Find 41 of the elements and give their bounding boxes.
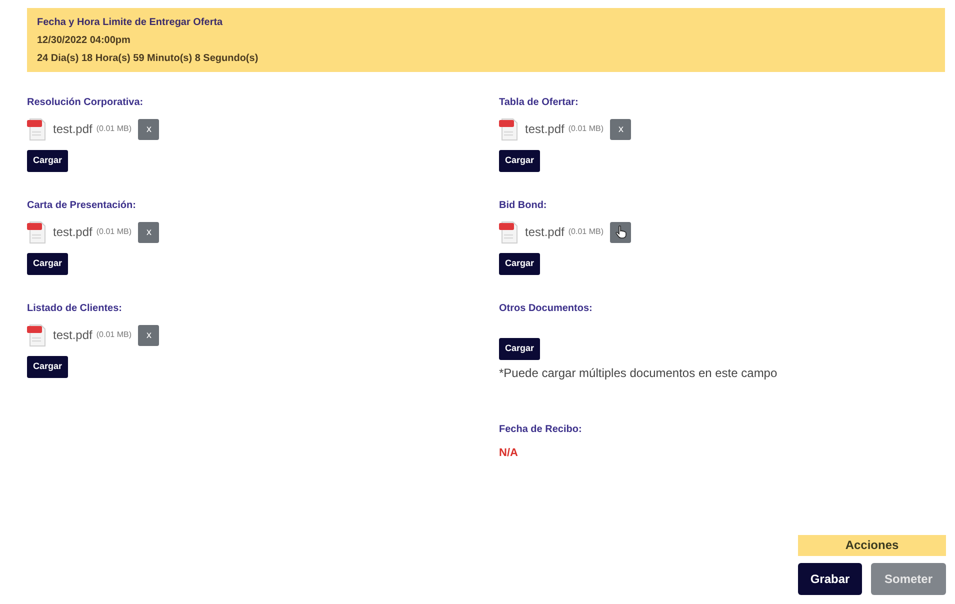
field-label: Listado de Clientes:: [27, 302, 122, 315]
file-size: (0.01 MB): [568, 123, 604, 135]
pdf-file-icon: [499, 220, 519, 244]
deadline-date: 12/30/2022 04:00pm: [37, 34, 130, 48]
deadline-title: Fecha y Hora Limite de Entregar Oferta: [37, 16, 223, 30]
upload-button[interactable]: Cargar: [27, 150, 68, 172]
field-label: Fecha de Recibo:: [499, 423, 582, 437]
file-name[interactable]: test.pdf: [53, 120, 92, 138]
upload-button[interactable]: Cargar: [499, 150, 540, 172]
action-button[interactable]: Grabar: [798, 563, 862, 595]
actions-header: Acciones: [798, 535, 946, 556]
field-label: Tabla de Ofertar:: [499, 96, 578, 109]
field-label: Carta de Presentación:: [27, 199, 136, 212]
file-size: (0.01 MB): [96, 226, 132, 238]
remove-button[interactable]: x: [138, 118, 160, 140]
field-label: Bid Bond:: [499, 199, 547, 212]
pdf-file-icon: [499, 117, 519, 141]
receipt-date: N/A: [499, 446, 518, 461]
file-size: (0.01 MB): [96, 329, 132, 341]
file-name[interactable]: test.pdf: [525, 120, 564, 138]
remove-button[interactable]: x: [610, 118, 632, 140]
field-label: Resolución Corporativa:: [27, 96, 144, 109]
upload-button[interactable]: Cargar: [499, 253, 540, 275]
file-size: (0.01 MB): [96, 123, 132, 135]
upload-button[interactable]: Cargar: [499, 338, 540, 360]
countdown-text: 24 Dia(s) 18 Hora(s) 59 Minuto(s) 8 Segundo(s): [37, 52, 258, 66]
remove-button[interactable]: [610, 222, 632, 242]
remove-button[interactable]: x: [138, 222, 160, 242]
pdf-file-icon: [27, 323, 47, 347]
file-name[interactable]: test.pdf: [53, 326, 92, 344]
pdf-file-icon: [27, 117, 47, 141]
pdf-file-icon: [27, 220, 47, 244]
hand-cursor-icon: [614, 225, 627, 239]
field-label: Otros Documentos:: [499, 302, 592, 315]
file-size: (0.01 MB): [568, 226, 604, 238]
file-name[interactable]: test.pdf: [53, 223, 92, 241]
upload-note: *Puede cargar múltiples documentos en este campo: [499, 365, 778, 382]
upload-button[interactable]: Cargar: [27, 356, 68, 378]
file-name[interactable]: test.pdf: [525, 223, 564, 241]
remove-button[interactable]: x: [138, 324, 160, 346]
upload-button[interactable]: Cargar: [27, 253, 68, 275]
